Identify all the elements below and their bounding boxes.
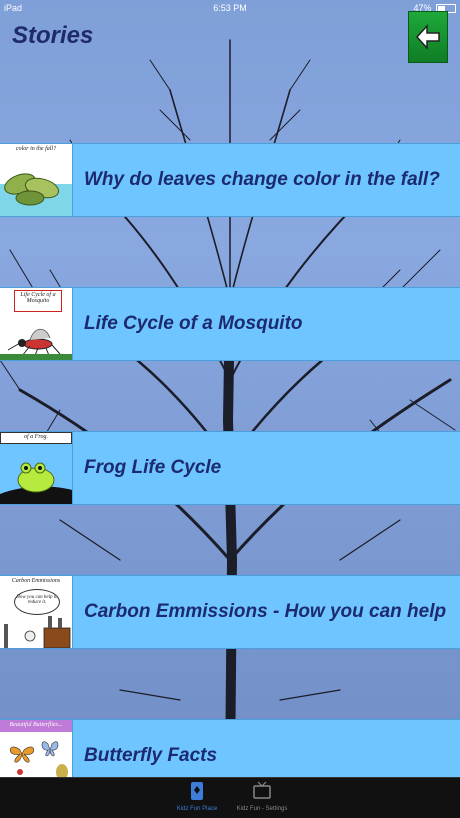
story-row[interactable]: color in the fall? Why do leaves change …: [0, 143, 460, 217]
arrow-left-icon: [415, 24, 440, 50]
thumb-subcaption: How you can help to reduce it.: [16, 595, 58, 605]
back-button[interactable]: [408, 11, 448, 63]
tv-icon: [253, 781, 271, 799]
tab-label: Kidz Fun - Settings: [236, 806, 288, 812]
story-thumbnail: color in the fall?: [0, 144, 73, 216]
card-icon: [191, 782, 203, 800]
thumb-caption: Carbon Emmissions: [11, 578, 61, 584]
thumb-caption: Life Cycle of a Mosquito: [20, 292, 56, 304]
tab-bar: Kidz Fun Place Kidz Fun - Settings: [0, 777, 460, 818]
story-thumbnail: Beautiful Butterflies...: [0, 720, 73, 780]
thumb-caption: color in the fall?: [15, 146, 57, 152]
story-thumbnail: of a Frog.: [0, 432, 73, 504]
tab-kidz-fun-settings[interactable]: Kidz Fun - Settings: [222, 781, 302, 812]
background-tree: [0, 39, 456, 780]
story-thumbnail: Life Cycle of a Mosquito: [0, 288, 73, 360]
story-row[interactable]: of a Frog. Frog Life Cycle: [0, 431, 460, 505]
page-title: Stories: [12, 22, 94, 49]
story-title: Carbon Emmissions - How you can help: [84, 601, 447, 622]
status-time: 6:53 PM: [213, 3, 247, 13]
story-title: Frog Life Cycle: [84, 457, 222, 478]
story-row[interactable]: Carbon Emmissions How you can help to re…: [0, 575, 460, 649]
thumb-caption: of a Frog.: [24, 434, 48, 440]
leaves-illustration: [0, 173, 72, 216]
story-title: Why do leaves change color in the fall?: [84, 169, 440, 190]
story-row[interactable]: Life Cycle of a Mosquito Life Cycle of a…: [0, 287, 460, 361]
status-bar: iPad 6:53 PM 47%: [0, 0, 460, 16]
thumb-caption: Beautiful Butterflies...: [9, 722, 63, 728]
story-title: Butterfly Facts: [84, 745, 218, 766]
story-title: Life Cycle of a Mosquito: [84, 313, 303, 334]
story-thumbnail: Carbon Emmissions How you can help to re…: [0, 576, 73, 648]
story-row[interactable]: Beautiful Butterflies... Butterfly Facts: [0, 719, 460, 781]
